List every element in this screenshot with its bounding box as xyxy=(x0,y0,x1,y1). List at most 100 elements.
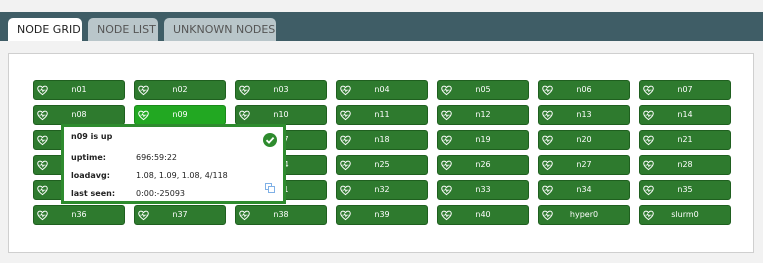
tooltip-lastseen-row: last seen: 0:00:-25093 xyxy=(71,189,185,198)
heartbeat-icon xyxy=(542,135,553,146)
node-label: n04 xyxy=(374,85,390,94)
node-label: n27 xyxy=(576,160,592,169)
node-tile[interactable]: n32 xyxy=(336,180,428,200)
heartbeat-icon xyxy=(138,210,149,221)
node-label: n19 xyxy=(475,135,491,144)
copy-icon[interactable] xyxy=(265,183,275,193)
uptime-value: 696:59:22 xyxy=(136,153,178,162)
heartbeat-icon xyxy=(643,185,654,196)
node-tile[interactable]: n08 xyxy=(33,105,125,125)
heartbeat-icon xyxy=(441,210,452,221)
heartbeat-icon xyxy=(37,160,48,171)
heartbeat-icon xyxy=(138,110,149,121)
heartbeat-icon xyxy=(643,160,654,171)
node-label: n12 xyxy=(475,110,491,119)
node-label: n02 xyxy=(172,85,188,94)
node-label: n35 xyxy=(677,185,693,194)
heartbeat-icon xyxy=(340,85,351,96)
node-tooltip: n09 is up uptime: 696:59:22 loadavg: 1.08,… xyxy=(61,124,286,204)
node-label: n40 xyxy=(475,210,491,219)
node-label: n21 xyxy=(677,135,693,144)
node-tile[interactable]: n20 xyxy=(538,130,630,150)
node-tile[interactable]: n07 xyxy=(639,80,731,100)
node-tile[interactable]: n04 xyxy=(336,80,428,100)
node-tile[interactable]: n14 xyxy=(639,105,731,125)
loadavg-value: 1.08, 1.09, 1.08, 4/118 xyxy=(136,171,228,180)
heartbeat-icon xyxy=(542,185,553,196)
heartbeat-icon xyxy=(37,185,48,196)
node-label: n06 xyxy=(576,85,592,94)
heartbeat-icon xyxy=(441,160,452,171)
heartbeat-icon xyxy=(643,85,654,96)
node-label: n03 xyxy=(273,85,289,94)
node-label: n10 xyxy=(273,110,289,119)
node-label: n14 xyxy=(677,110,693,119)
node-label: n34 xyxy=(576,185,592,194)
node-tile[interactable]: n28 xyxy=(639,155,731,175)
node-label: n37 xyxy=(172,210,188,219)
heartbeat-icon xyxy=(643,110,654,121)
node-tile[interactable]: n36 xyxy=(33,205,125,225)
node-tile[interactable]: n18 xyxy=(336,130,428,150)
heartbeat-icon xyxy=(340,160,351,171)
heartbeat-icon xyxy=(643,135,654,146)
tab-unknown-nodes[interactable]: UNKNOWN NODES xyxy=(164,18,276,41)
node-tile[interactable]: n09 xyxy=(134,105,226,125)
node-tile[interactable]: n37 xyxy=(134,205,226,225)
heartbeat-icon xyxy=(542,160,553,171)
heartbeat-icon xyxy=(542,110,553,121)
node-label: n11 xyxy=(374,110,390,119)
lastseen-label: last seen: xyxy=(71,189,116,198)
node-tile[interactable]: n27 xyxy=(538,155,630,175)
node-tile[interactable]: n34 xyxy=(538,180,630,200)
node-tile[interactable]: hyper0 xyxy=(538,205,630,225)
check-circle-icon xyxy=(263,133,277,147)
heartbeat-icon xyxy=(138,85,149,96)
tab-node-grid[interactable]: NODE GRID xyxy=(8,18,82,41)
node-label: n09 xyxy=(172,110,188,119)
heartbeat-icon xyxy=(441,185,452,196)
node-tile[interactable]: n19 xyxy=(437,130,529,150)
node-tile[interactable]: n01 xyxy=(33,80,125,100)
node-tile[interactable]: n33 xyxy=(437,180,529,200)
heartbeat-icon xyxy=(340,110,351,121)
node-tile[interactable]: n06 xyxy=(538,80,630,100)
node-tile[interactable]: n05 xyxy=(437,80,529,100)
node-label: n18 xyxy=(374,135,390,144)
node-tile[interactable]: n12 xyxy=(437,105,529,125)
tooltip-uptime-row: uptime: 696:59:22 xyxy=(71,153,177,162)
heartbeat-icon xyxy=(239,210,250,221)
node-tile[interactable]: n13 xyxy=(538,105,630,125)
node-tile[interactable]: n35 xyxy=(639,180,731,200)
node-label: n01 xyxy=(71,85,87,94)
node-tile[interactable]: n03 xyxy=(235,80,327,100)
tab-node-list[interactable]: NODE LIST xyxy=(88,18,158,41)
node-tile[interactable]: n02 xyxy=(134,80,226,100)
node-tile[interactable]: n25 xyxy=(336,155,428,175)
node-label: n05 xyxy=(475,85,491,94)
heartbeat-icon xyxy=(37,110,48,121)
node-label: n08 xyxy=(71,110,87,119)
node-tile[interactable]: n21 xyxy=(639,130,731,150)
node-label: n28 xyxy=(677,160,693,169)
node-label: n32 xyxy=(374,185,390,194)
lastseen-value: 0:00:-25093 xyxy=(136,189,185,198)
heartbeat-icon xyxy=(239,85,250,96)
node-label: n26 xyxy=(475,160,491,169)
node-tile[interactable]: n38 xyxy=(235,205,327,225)
node-tile[interactable]: n10 xyxy=(235,105,327,125)
node-tile[interactable]: slurm0 xyxy=(639,205,731,225)
node-tile[interactable]: n26 xyxy=(437,155,529,175)
node-label: n13 xyxy=(576,110,592,119)
heartbeat-icon xyxy=(542,85,553,96)
node-label: n33 xyxy=(475,185,491,194)
loadavg-label: loadavg: xyxy=(71,171,110,180)
heartbeat-icon xyxy=(340,185,351,196)
tooltip-loadavg-row: loadavg: 1.08, 1.09, 1.08, 4/118 xyxy=(71,171,228,180)
node-tile[interactable]: n39 xyxy=(336,205,428,225)
node-label: hyper0 xyxy=(569,210,599,219)
node-tile[interactable]: n11 xyxy=(336,105,428,125)
heartbeat-icon xyxy=(37,85,48,96)
node-tile[interactable]: n40 xyxy=(437,205,529,225)
node-label: n36 xyxy=(71,210,87,219)
